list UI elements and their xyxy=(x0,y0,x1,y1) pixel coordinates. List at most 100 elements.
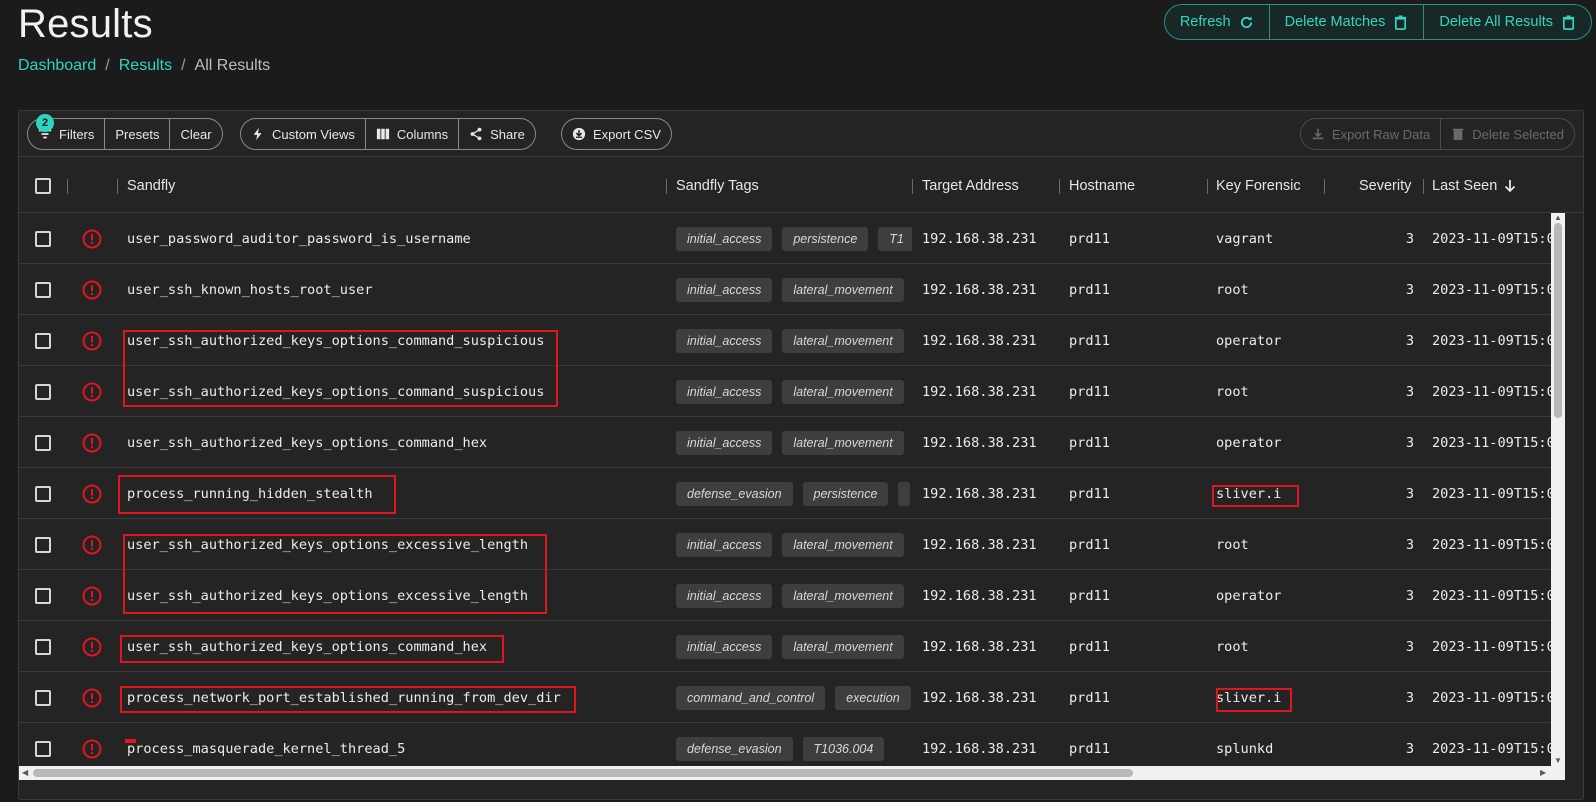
table-row[interactable]: process_masquerade_kernel_thread_5 defen… xyxy=(19,723,1551,766)
column-header-severity[interactable]: Severity xyxy=(1359,158,1411,213)
sandfly-tag[interactable]: initial_access xyxy=(676,379,773,404)
table-row[interactable]: user_ssh_authorized_keys_options_excessi… xyxy=(19,519,1551,570)
sandfly-tag[interactable]: lateral_movement xyxy=(782,277,904,302)
sandfly-tag[interactable]: initial_access xyxy=(676,277,773,302)
target-address: 192.168.38.231 xyxy=(922,383,1037,400)
refresh-button[interactable]: Refresh xyxy=(1165,5,1270,39)
table-row[interactable]: user_password_auditor_password_is_userna… xyxy=(19,213,1551,264)
row-checkbox[interactable] xyxy=(35,638,51,655)
filters-button[interactable]: 2 Filters xyxy=(28,114,106,149)
sandfly-tag[interactable]: initial_access xyxy=(676,226,773,251)
row-checkbox[interactable] xyxy=(35,689,51,706)
delete-selected-button[interactable]: Delete Selected xyxy=(1441,119,1574,149)
sandfly-tag[interactable]: T1 xyxy=(878,226,912,251)
column-header-tags[interactable]: Sandfly Tags xyxy=(676,158,759,213)
row-checkbox[interactable] xyxy=(35,536,51,553)
column-divider[interactable] xyxy=(912,179,913,194)
sandfly-tag[interactable]: persistence xyxy=(802,481,889,506)
sandfly-tag[interactable]: initial_access xyxy=(676,532,773,557)
table-row[interactable]: process_running_hidden_stealth defense_e… xyxy=(19,468,1551,519)
column-divider[interactable] xyxy=(1324,179,1325,194)
column-header-target[interactable]: Target Address xyxy=(922,158,1019,213)
select-all-checkbox[interactable] xyxy=(35,177,51,194)
table-row[interactable]: user_ssh_authorized_keys_options_command… xyxy=(19,366,1551,417)
sandfly-tag[interactable]: persistence xyxy=(782,226,869,251)
sandfly-tag[interactable]: T1036.004 xyxy=(802,736,885,761)
sandfly-tag[interactable]: initial_access xyxy=(676,430,773,455)
scroll-down-icon[interactable]: ▼ xyxy=(1554,757,1562,765)
sandfly-name[interactable]: process_running_hidden_stealth xyxy=(127,468,657,519)
sandfly-name[interactable]: user_ssh_authorized_keys_options_excessi… xyxy=(127,519,657,570)
table-body: user_password_auditor_password_is_userna… xyxy=(19,213,1551,766)
column-header-hostname[interactable]: Hostname xyxy=(1069,158,1135,213)
row-checkbox[interactable] xyxy=(35,485,51,502)
horizontal-scrollbar[interactable]: ◀ ▶ xyxy=(19,766,1565,780)
sandfly-name[interactable]: user_ssh_authorized_keys_options_excessi… xyxy=(127,570,657,621)
sandfly-name[interactable]: user_ssh_authorized_keys_options_command… xyxy=(127,621,657,672)
sandfly-tag[interactable]: lateral_movement xyxy=(782,583,904,608)
sandfly-name[interactable]: user_password_auditor_password_is_userna… xyxy=(127,213,657,264)
sandfly-tag[interactable]: lateral_movement xyxy=(782,430,904,455)
column-divider[interactable] xyxy=(1423,179,1424,194)
breadcrumb-results[interactable]: Results xyxy=(119,57,172,75)
sandfly-tag[interactable]: defense_evasion xyxy=(676,481,793,506)
scroll-up-icon[interactable]: ▲ xyxy=(1554,214,1562,222)
column-divider[interactable] xyxy=(117,179,118,194)
sandfly-name[interactable]: process_network_port_established_running… xyxy=(127,672,657,723)
column-header-last-seen[interactable]: Last Seen xyxy=(1432,158,1516,213)
severity: 3 xyxy=(1405,536,1414,553)
vertical-scroll-thumb[interactable] xyxy=(1554,223,1562,418)
sandfly-tag[interactable] xyxy=(898,481,911,506)
scroll-right-icon[interactable]: ▶ xyxy=(1540,769,1546,777)
row-select-cell xyxy=(35,723,51,766)
delete-all-results-button[interactable]: Delete All Results xyxy=(1424,5,1591,39)
sandfly-tag[interactable]: lateral_movement xyxy=(782,532,904,557)
column-divider[interactable] xyxy=(666,179,667,194)
export-csv-button[interactable]: Export CSV xyxy=(562,119,671,149)
column-divider[interactable] xyxy=(1059,179,1060,194)
row-checkbox[interactable] xyxy=(35,383,51,400)
sandfly-tag[interactable]: lateral_movement xyxy=(782,379,904,404)
sandfly-tag[interactable]: lateral_movement xyxy=(782,328,904,353)
sandfly-name[interactable]: user_ssh_known_hosts_root_user xyxy=(127,264,657,315)
sandfly-name[interactable]: user_ssh_authorized_keys_options_command… xyxy=(127,315,657,366)
sandfly-tag[interactable]: execution xyxy=(835,685,911,710)
scroll-left-icon[interactable]: ◀ xyxy=(22,769,28,777)
table-row[interactable]: user_ssh_authorized_keys_options_command… xyxy=(19,621,1551,672)
column-header-key-forensic[interactable]: Key Forensic xyxy=(1216,158,1301,213)
clear-button[interactable]: Clear xyxy=(170,119,221,149)
row-checkbox[interactable] xyxy=(35,587,51,604)
export-raw-data-button[interactable]: Export Raw Data xyxy=(1301,119,1442,149)
table-row[interactable]: user_ssh_authorized_keys_options_command… xyxy=(19,417,1551,468)
sandfly-tag[interactable]: initial_access xyxy=(676,634,773,659)
columns-button[interactable]: Columns xyxy=(366,119,460,149)
row-checkbox[interactable] xyxy=(35,281,51,298)
row-checkbox[interactable] xyxy=(35,740,51,757)
table-row[interactable]: user_ssh_authorized_keys_options_command… xyxy=(19,315,1551,366)
column-divider[interactable] xyxy=(67,179,68,194)
table-row[interactable]: process_network_port_established_running… xyxy=(19,672,1551,723)
share-button[interactable]: Share xyxy=(459,119,535,149)
delete-matches-button[interactable]: Delete Matches xyxy=(1270,5,1425,39)
sandfly-tag[interactable]: lateral_movement xyxy=(782,634,904,659)
sandfly-name[interactable]: process_masquerade_kernel_thread_5 xyxy=(127,723,657,766)
column-header-sandfly[interactable]: Sandfly xyxy=(127,158,175,213)
last-seen: 2023-11-09T15:0 xyxy=(1432,740,1551,757)
column-divider[interactable] xyxy=(1207,179,1208,194)
table-row[interactable]: user_ssh_authorized_keys_options_excessi… xyxy=(19,570,1551,621)
horizontal-scroll-thumb[interactable] xyxy=(33,769,1133,777)
sandfly-tag[interactable]: initial_access xyxy=(676,328,773,353)
table-row[interactable]: user_ssh_known_hosts_root_user initial_a… xyxy=(19,264,1551,315)
sandfly-tag[interactable]: command_and_control xyxy=(676,685,826,710)
sandfly-tag[interactable]: defense_evasion xyxy=(676,736,793,761)
vertical-scrollbar[interactable]: ▲ ▼ xyxy=(1551,213,1565,766)
breadcrumb-dashboard[interactable]: Dashboard xyxy=(18,57,96,75)
row-checkbox[interactable] xyxy=(35,332,51,349)
sandfly-name[interactable]: user_ssh_authorized_keys_options_command… xyxy=(127,417,657,468)
row-checkbox[interactable] xyxy=(35,434,51,451)
custom-views-button[interactable]: Custom Views xyxy=(241,119,366,149)
row-checkbox[interactable] xyxy=(35,230,51,247)
sandfly-tag[interactable]: initial_access xyxy=(676,583,773,608)
sandfly-name[interactable]: user_ssh_authorized_keys_options_command… xyxy=(127,366,657,417)
presets-button[interactable]: Presets xyxy=(105,119,171,149)
